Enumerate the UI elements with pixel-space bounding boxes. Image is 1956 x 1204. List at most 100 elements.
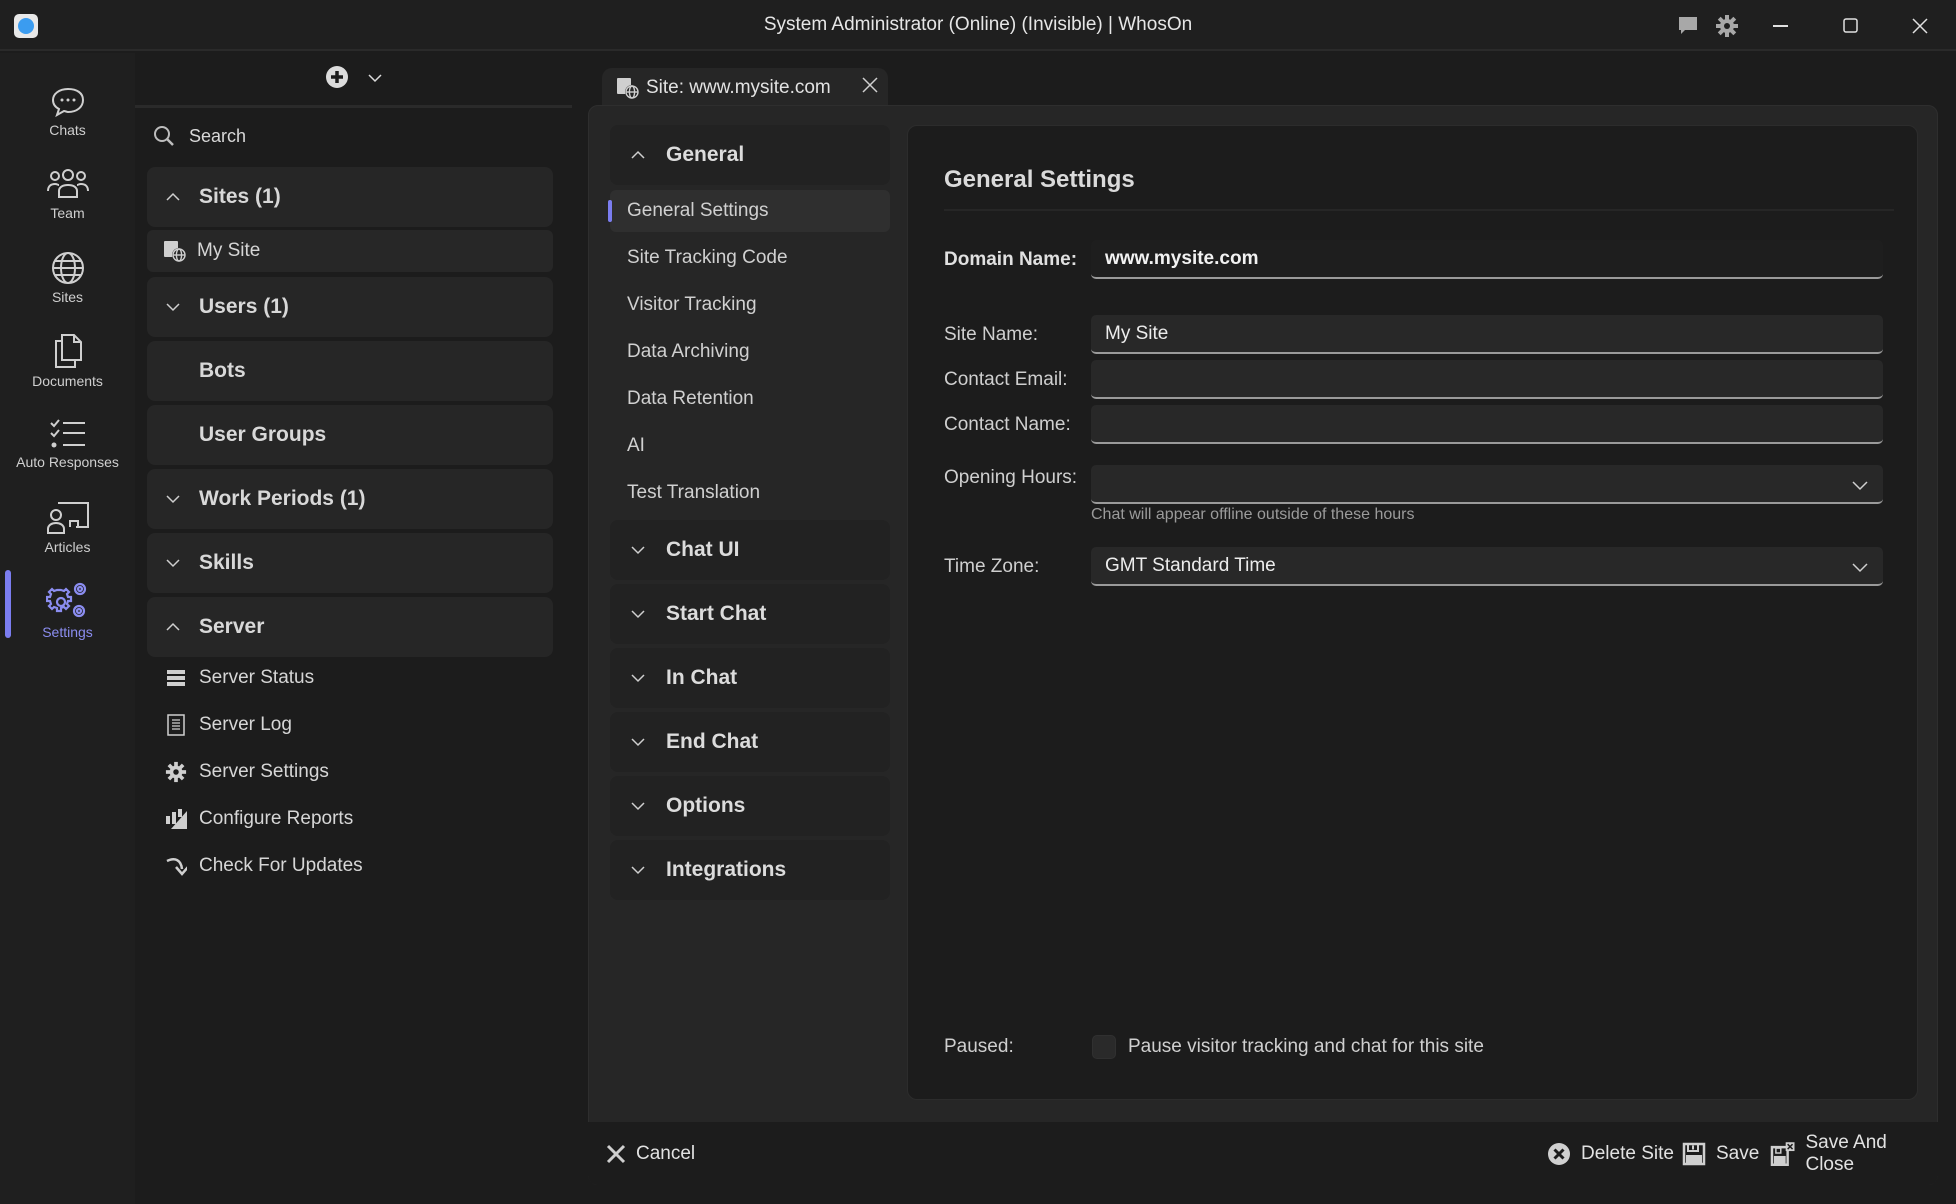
chevron-down-icon <box>631 738 645 747</box>
button-label: Delete Site <box>1581 1142 1674 1164</box>
button-label: Save And Close <box>1805 1131 1887 1175</box>
documents-icon <box>54 334 82 368</box>
opening-hours-select[interactable] <box>1091 465 1883 504</box>
nav-label: Test Translation <box>627 482 761 503</box>
chevron-down-icon <box>1852 563 1868 573</box>
nav-documents[interactable]: Documents <box>0 323 135 399</box>
nav-label: Data Archiving <box>627 341 750 362</box>
chevron-down-icon <box>166 559 180 568</box>
chevron-up-icon <box>166 192 180 201</box>
log-icon <box>167 714 185 736</box>
nav-sites[interactable]: Sites <box>0 240 135 316</box>
nav-general-settings[interactable]: General Settings <box>608 190 890 232</box>
sidebar-toolbar <box>135 53 572 108</box>
nav-label: Visitor Tracking <box>627 294 757 315</box>
articles-icon <box>46 502 89 534</box>
nav-data-retention[interactable]: Data Retention <box>610 378 890 420</box>
leaf-label: Server Settings <box>199 761 329 782</box>
chevron-down-icon <box>631 802 645 811</box>
field-value: www.mysite.com <box>1105 247 1259 269</box>
nav-category-in-chat[interactable]: In Chat <box>610 648 890 708</box>
close-tab-button[interactable] <box>862 77 878 99</box>
leaf-label: Check For Updates <box>199 855 363 876</box>
group-bots[interactable]: Bots <box>147 341 553 401</box>
save-and-close-button[interactable]: Save And Close <box>1770 1122 1938 1185</box>
group-work-periods[interactable]: Work Periods (1) <box>147 469 553 529</box>
group-users[interactable]: Users (1) <box>147 277 553 337</box>
nav-label: Chats <box>49 122 86 138</box>
settings-sidebar: Search Sites (1) My Site Users (1) Bots … <box>135 53 572 1204</box>
save-button[interactable]: Save <box>1682 1122 1759 1185</box>
nav-auto-responses[interactable]: Auto Responses <box>0 406 135 482</box>
contact-name-input[interactable] <box>1091 405 1883 444</box>
sidebar-item-server-settings[interactable]: Server Settings <box>165 761 329 783</box>
group-server[interactable]: Server <box>147 597 553 657</box>
sidebar-item-my-site[interactable]: My Site <box>147 230 553 272</box>
nav-visitor-tracking[interactable]: Visitor Tracking <box>610 284 890 326</box>
nav-ai[interactable]: AI <box>610 425 890 467</box>
close-icon <box>862 77 878 93</box>
leaf-label: Server Log <box>199 714 292 735</box>
nav-category-start-chat[interactable]: Start Chat <box>610 584 890 644</box>
search-input[interactable]: Search <box>189 126 246 147</box>
field-value: My Site <box>1105 322 1169 344</box>
time-zone-select[interactable]: GMT Standard Time <box>1091 547 1883 586</box>
minimize-button[interactable] <box>1766 10 1798 42</box>
nav-label: Settings <box>42 624 93 640</box>
left-nav: Chats Team Sites Documents Auto Response… <box>0 53 135 1204</box>
sidebar-item-server-status[interactable]: Server Status <box>165 667 314 689</box>
chevron-down-icon <box>367 74 382 83</box>
category-label: Options <box>666 794 746 817</box>
leaf-label: Server Status <box>199 667 315 688</box>
nav-site-tracking-code[interactable]: Site Tracking Code <box>610 237 890 279</box>
domain-name-input[interactable]: www.mysite.com <box>1091 240 1883 279</box>
chat-bubble-icon[interactable] <box>1672 10 1704 42</box>
site-name-input[interactable]: My Site <box>1091 315 1883 354</box>
chevron-down-icon <box>631 866 645 875</box>
nav-category-general[interactable]: General <box>610 125 890 185</box>
sidebar-item-check-for-updates[interactable]: Check For Updates <box>165 855 363 877</box>
sidebar-item-server-log[interactable]: Server Log <box>165 714 292 736</box>
nav-category-end-chat[interactable]: End Chat <box>610 712 890 772</box>
nav-label: Auto Responses <box>16 454 119 470</box>
close-window-button[interactable] <box>1904 10 1936 42</box>
nav-team[interactable]: Team <box>0 157 135 233</box>
nav-chats[interactable]: Chats <box>0 74 135 150</box>
group-skills[interactable]: Skills <box>147 533 553 593</box>
maximize-button[interactable] <box>1835 10 1867 42</box>
field-value: GMT Standard Time <box>1105 554 1276 576</box>
group-user-groups[interactable]: User Groups <box>147 405 553 465</box>
checklist-icon <box>49 419 85 448</box>
category-label: End Chat <box>666 730 759 753</box>
category-label: Start Chat <box>666 602 767 625</box>
category-label: Integrations <box>666 858 787 881</box>
nav-label: General Settings <box>627 200 769 221</box>
settings-gear-icon[interactable] <box>1711 10 1743 42</box>
add-dropdown-chevron[interactable] <box>367 70 383 88</box>
add-new-button[interactable] <box>325 65 349 94</box>
chevron-up-icon <box>631 150 645 159</box>
window-title: System Administrator (Online) (Invisible… <box>763 14 1193 35</box>
paused-label: Paused: <box>944 1036 1014 1057</box>
site-globe-icon <box>164 241 186 262</box>
sidebar-item-configure-reports[interactable]: Configure Reports <box>165 808 353 830</box>
chevron-down-icon <box>166 303 180 312</box>
sidebar-search[interactable]: Search <box>153 125 246 147</box>
paused-checkbox[interactable] <box>1092 1035 1116 1059</box>
nav-category-integrations[interactable]: Integrations <box>610 840 890 900</box>
nav-category-options[interactable]: Options <box>610 776 890 836</box>
site-name-label: Site Name: <box>944 324 1038 345</box>
category-label: In Chat <box>666 666 738 689</box>
nav-settings[interactable]: Settings <box>0 572 135 648</box>
group-sites[interactable]: Sites (1) <box>147 167 553 227</box>
nav-data-archiving[interactable]: Data Archiving <box>610 331 890 373</box>
tab-site[interactable]: Site: www.mysite.com <box>602 68 888 108</box>
button-label: Cancel <box>636 1142 696 1164</box>
delete-site-button[interactable]: Delete Site <box>1547 1122 1674 1185</box>
delete-circle-icon <box>1548 1142 1570 1165</box>
nav-category-chat-ui[interactable]: Chat UI <box>610 520 890 580</box>
nav-articles[interactable]: Articles <box>0 489 135 565</box>
cancel-button[interactable]: Cancel <box>606 1122 695 1185</box>
nav-test-translation[interactable]: Test Translation <box>610 472 890 514</box>
contact-email-input[interactable] <box>1091 360 1883 399</box>
